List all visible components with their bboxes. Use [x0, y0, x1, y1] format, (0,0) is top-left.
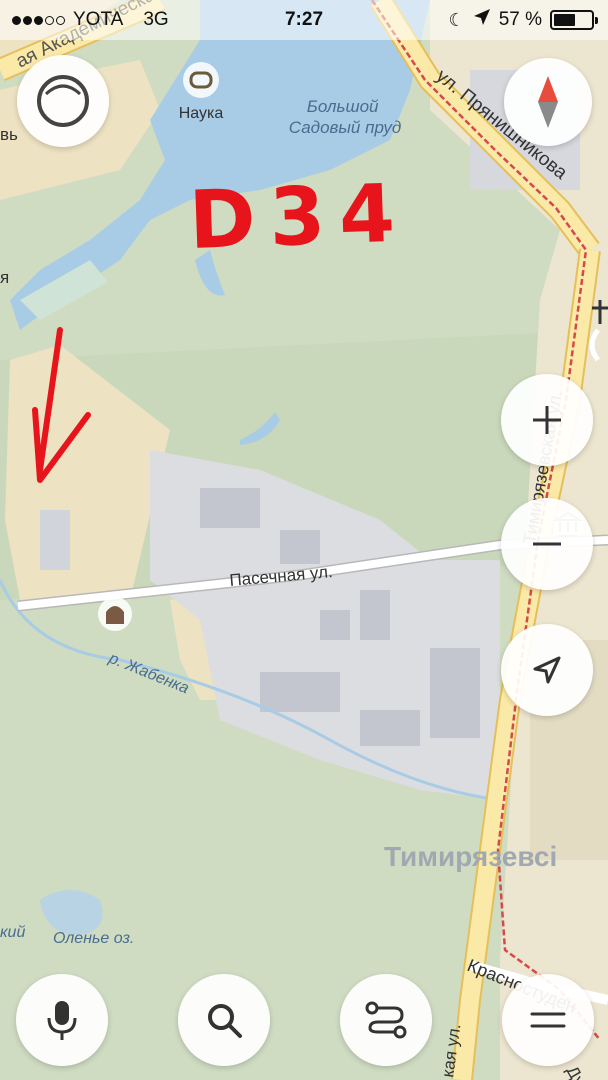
menu-button[interactable]: [502, 974, 594, 1066]
building: [430, 648, 480, 738]
building: [360, 590, 390, 640]
location-services-icon: [473, 8, 491, 32]
minus-icon: [533, 542, 561, 546]
menu-icon: [530, 1012, 566, 1028]
layers-button[interactable]: [17, 55, 109, 147]
voice-search-button[interactable]: [16, 974, 108, 1066]
zoom-out-button[interactable]: [501, 498, 593, 590]
building: [320, 610, 350, 640]
microphone-icon: [47, 1001, 77, 1040]
label-district: Тимирязевсі: [384, 841, 557, 872]
building: [360, 710, 420, 746]
compass-button[interactable]: [504, 58, 592, 146]
building: [280, 530, 320, 564]
building: [40, 510, 70, 570]
poi-nauka-marker[interactable]: [183, 62, 219, 98]
routes-button[interactable]: [340, 974, 432, 1066]
route-icon: [365, 1001, 407, 1039]
battery-percent: 57 %: [498, 9, 542, 30]
search-button[interactable]: [178, 974, 270, 1066]
building: [200, 488, 260, 528]
label-ya: я: [0, 268, 9, 287]
label-kiy: кий: [0, 924, 25, 941]
status-bar: YOTA 3G 7:27 ☾ 57 %: [0, 0, 608, 40]
status-right: ☾ 57 %: [448, 8, 598, 32]
navigation-arrow-icon: [533, 656, 561, 684]
label-nauka: Наука: [179, 105, 224, 122]
compass-icon: [538, 76, 558, 128]
battery-icon: [550, 10, 598, 30]
label-v: вь: [0, 125, 18, 144]
moon-icon: ☾: [448, 9, 465, 30]
battery-fill: [554, 14, 575, 26]
my-location-button[interactable]: [501, 624, 593, 716]
search-icon: [208, 1004, 242, 1038]
annotation-text: D34: [187, 166, 410, 267]
building: [260, 672, 340, 712]
layers-icon: [37, 75, 89, 127]
label-olenye: Оленье оз.: [53, 930, 134, 947]
zoom-in-button[interactable]: [501, 374, 593, 466]
plus-icon: [533, 406, 561, 434]
